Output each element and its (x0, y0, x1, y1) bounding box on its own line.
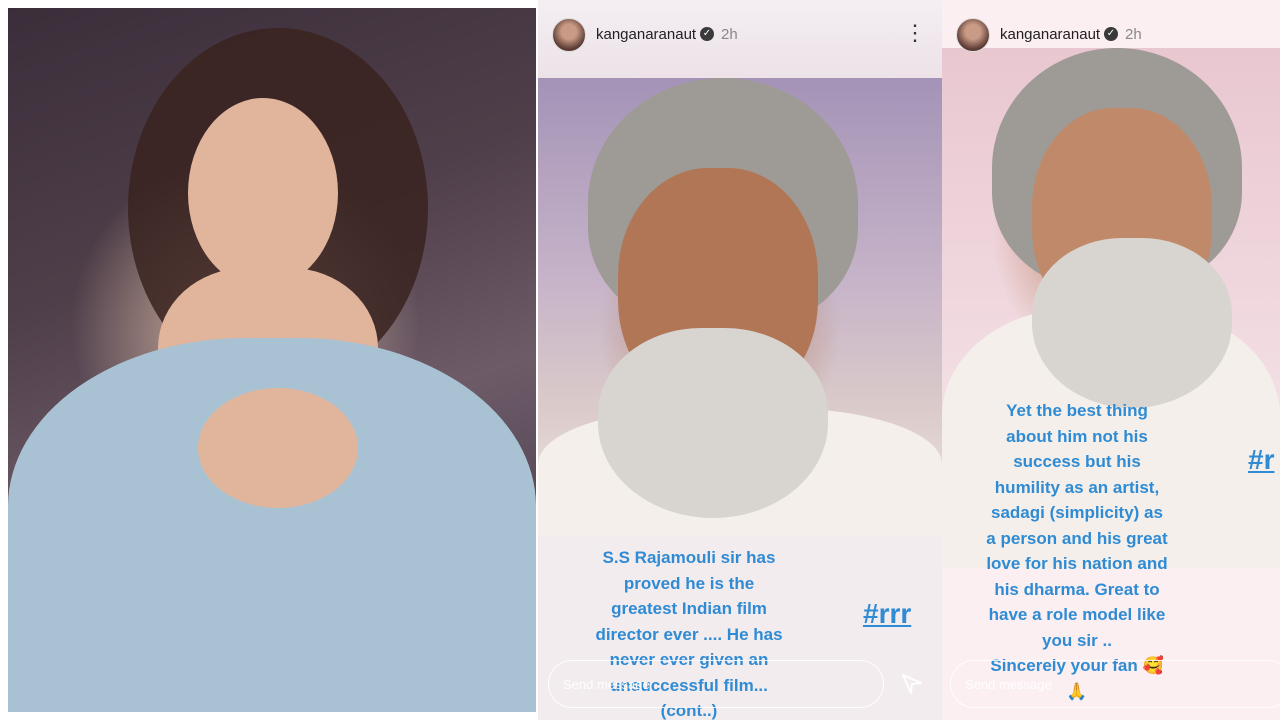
hashtag-sticker[interactable]: #rrr (863, 598, 911, 630)
story-caption: Yet the best thing about him not his suc… (986, 401, 1168, 701)
story-header: kanganaranaut ✓ 2h ⋮ (538, 0, 942, 78)
hashtag-sticker[interactable]: #r (1248, 444, 1274, 476)
beard-shape (1032, 238, 1232, 408)
story-time: 2h (1125, 26, 1142, 43)
username[interactable]: kanganaranaut (1000, 26, 1100, 43)
avatar[interactable] (956, 18, 990, 52)
left-portrait-panel (0, 0, 538, 720)
story-panel-1: kanganaranaut ✓ 2h ⋮ S.S Rajamouli sir h… (538, 0, 942, 720)
portrait-photo (8, 8, 536, 712)
more-options-icon[interactable]: ⋮ (904, 22, 926, 44)
send-message-input[interactable]: Send message (950, 660, 1280, 708)
send-message-placeholder: Send message (965, 677, 1052, 692)
chest-shape (198, 388, 358, 508)
story-header: kanganaranaut ✓ 2h (942, 0, 1280, 52)
avatar[interactable] (552, 18, 586, 52)
face-shape (188, 98, 338, 288)
beard-shape (598, 328, 828, 518)
story-panel-2: kanganaranaut ✓ 2h Yet the best thing ab… (942, 0, 1280, 720)
send-message-input[interactable]: Send message (548, 660, 884, 708)
story-photo (538, 78, 942, 536)
username[interactable]: kanganaranaut (596, 26, 696, 43)
send-message-placeholder: Send message (563, 677, 650, 692)
story-time: 2h (721, 26, 738, 43)
verified-badge-icon: ✓ (700, 27, 714, 41)
send-icon[interactable] (900, 672, 924, 696)
verified-badge-icon: ✓ (1104, 27, 1118, 41)
